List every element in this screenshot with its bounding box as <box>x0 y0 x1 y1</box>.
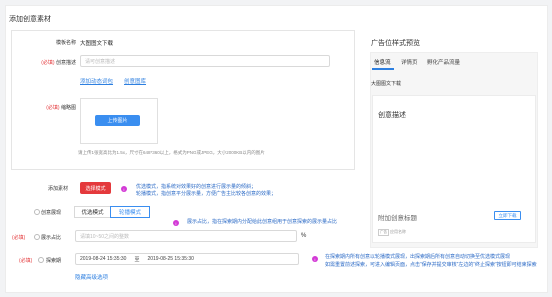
preview-desc: 创意描述 <box>378 112 406 119</box>
template-label: 模板名称 <box>55 40 76 46</box>
thumb-label-row: (必填) 缩略图 <box>30 104 76 111</box>
template-value: 大图图文下载 <box>80 41 114 47</box>
explore-label-row: (必填) <box>19 257 32 264</box>
app-name: 应用名称 <box>390 229 406 234</box>
tab-feed[interactable]: 信息流 <box>374 58 391 66</box>
info-icon: i <box>121 186 127 192</box>
info-icon: i <box>173 220 179 226</box>
range-separator: 至 <box>134 256 140 263</box>
explore-tip-1: 在探索期内所有创意以轮播模式展现，出探索期后所有创意自动切换至优选模式展现 <box>325 254 511 260</box>
explore-start[interactable]: 2019-08-24 15:35:30 <box>80 256 126 262</box>
hide-advanced-link[interactable]: 隐藏高级选项 <box>75 273 108 281</box>
page-title: 添加创意素材 <box>9 16 51 23</box>
ratio-label: 展示占比 <box>41 235 62 241</box>
explore-label: 探索期 <box>46 258 62 264</box>
material-tip-1: 优选模式，指系统对效果好的创意进行展示量的倾斜； <box>136 184 257 190</box>
preview-card-title: 附加创意标题 <box>378 215 417 222</box>
preview-template-name: 大图图文下载 <box>371 81 402 87</box>
ratio-radio[interactable] <box>34 234 40 240</box>
seg-rotation[interactable]: 轮播模式 <box>110 206 150 218</box>
explore-tip-2: 如需重置前述探索，可进入编辑页面，点击“保存并提交审核”左边的“终止探索”按钮即… <box>325 262 537 268</box>
select-mode-button[interactable]: 选择模式 <box>80 182 111 194</box>
explore-range-input[interactable]: 2019-08-24 15:35:30 至 2019-08-25 15:35:3… <box>75 253 299 265</box>
display-tip: 展示占比，指在探索期内分配给此创意组用于创意探索的展示量占比 <box>187 219 338 225</box>
thumb-label: 缩略图 <box>60 105 76 111</box>
required-mark: (必填) <box>41 60 55 66</box>
desc-label: 创意描述 <box>55 60 76 66</box>
preview-title: 广告位样式预览 <box>371 40 420 47</box>
seg-preferred[interactable]: 优选模式 <box>74 206 111 218</box>
required-mark: (必填) <box>19 258 33 264</box>
upload-hint: 请上传1张宽高比为1.5x，尺寸在648*360以上，格式为PNG或JPEG，大… <box>78 150 265 155</box>
tab-detail[interactable]: 详情页 <box>401 58 418 66</box>
material-label: 添加素材 <box>47 186 68 192</box>
ratio-label-row: (必填) <box>12 234 25 241</box>
display-radio[interactable] <box>34 209 40 215</box>
info-icon: i <box>312 256 318 262</box>
display-label: 创意展现 <box>41 210 62 216</box>
ratio-input[interactable]: 请填10~50之间的整数 <box>75 230 297 242</box>
ad-tag: 广告 <box>378 229 389 236</box>
add-words-link[interactable]: 添加动态词包 <box>80 77 113 85</box>
image-lib-link[interactable]: 创意图库 <box>124 77 146 85</box>
required-mark: (必填) <box>46 105 60 111</box>
desc-label-row: (必填) 创意描述 <box>30 59 76 66</box>
tab-underline <box>372 68 394 70</box>
material-tip-2: 轮播模式，指创意平分展示量，方便广告主比较各创意的效果； <box>136 191 277 197</box>
creative-card <box>11 30 355 170</box>
download-now-button[interactable]: 立即下载 <box>494 211 521 220</box>
explore-end[interactable]: 2019-08-25 15:35:30 <box>147 256 193 262</box>
tab-incubation[interactable]: 孵化产品流量 <box>427 58 460 66</box>
upload-image-button[interactable]: 上传图片 <box>95 115 140 126</box>
explore-radio[interactable] <box>38 257 44 263</box>
percent-unit: % <box>301 233 307 239</box>
desc-input[interactable]: 请可创意描述 <box>80 55 330 67</box>
required-mark: (必填) <box>12 235 26 241</box>
